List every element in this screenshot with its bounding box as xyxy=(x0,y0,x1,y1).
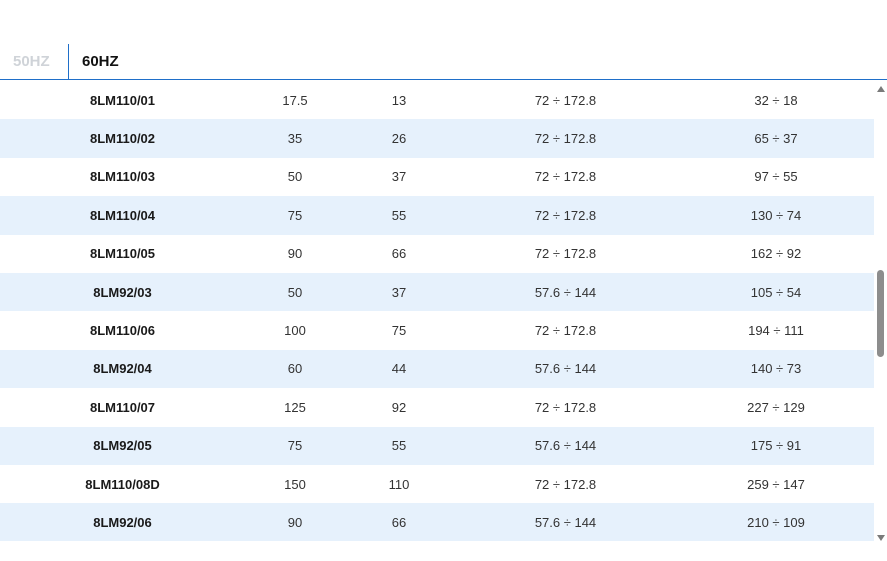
table-row: 8LM110/03 50 37 72 ÷ 172.8 97 ÷ 55 xyxy=(0,157,874,197)
pump-table: 8LM110/01 17.5 13 72 ÷ 172.8 32 ÷ 18 8LM110/0… xyxy=(0,81,874,541)
tab-divider xyxy=(68,44,69,80)
head-range-cell: 162 ÷ 92 xyxy=(750,246,802,262)
table-row: 8LM110/06 100 75 72 ÷ 172.8 194 ÷ 111 xyxy=(0,311,874,350)
flow-range-cell: 72 ÷ 172.8 xyxy=(534,246,597,262)
flow-range-cell: 72 ÷ 172.8 xyxy=(534,131,597,147)
head-range-cell: 175 ÷ 91 xyxy=(750,438,802,454)
hp-cell: 37 xyxy=(391,284,407,300)
flow-range-cell: 57.6 ÷ 144 xyxy=(534,361,597,377)
model-cell: 8LM110/08D xyxy=(85,476,160,492)
flow-range-cell: 72 ÷ 172.8 xyxy=(534,207,597,223)
hp-cell: 75 xyxy=(391,323,407,339)
frequency-tabs: 50HZ 60HZ xyxy=(0,44,887,80)
hp-cell: 44 xyxy=(391,361,407,377)
flow-range-cell: 57.6 ÷ 144 xyxy=(534,514,597,530)
head-range-cell: 130 ÷ 74 xyxy=(750,207,802,223)
hp-cell: 37 xyxy=(391,169,407,185)
model-cell: 8LM110/07 xyxy=(89,399,156,415)
flow-range-cell: 72 ÷ 172.8 xyxy=(534,323,597,339)
head-range-cell: 65 ÷ 37 xyxy=(754,131,798,147)
kw-cell: 50 xyxy=(287,284,303,300)
model-cell: 8LM110/05 xyxy=(89,246,156,262)
kw-cell: 100 xyxy=(284,323,306,339)
model-cell: 8LM110/04 xyxy=(89,207,156,223)
model-cell: 8LM110/02 xyxy=(89,131,156,147)
table-row: 8LM110/07 125 92 72 ÷ 172.8 227 ÷ 129 xyxy=(0,388,874,427)
model-cell: 8LM92/05 xyxy=(93,438,152,454)
hp-cell: 55 xyxy=(391,438,407,454)
model-cell: 8LM92/06 xyxy=(93,514,152,530)
model-cell: 8LM110/06 xyxy=(89,323,156,339)
kw-cell: 75 xyxy=(287,438,303,454)
hp-cell: 55 xyxy=(391,207,407,223)
kw-cell: 35 xyxy=(287,131,303,147)
hp-cell: 66 xyxy=(391,246,407,262)
kw-cell: 60 xyxy=(287,361,303,377)
head-range-cell: 259 ÷ 147 xyxy=(747,476,805,492)
tab-60hz[interactable]: 60HZ xyxy=(82,44,119,79)
table-row: 8LM92/04 60 44 57.6 ÷ 144 140 ÷ 73 xyxy=(0,349,874,389)
tab-50hz[interactable]: 50HZ xyxy=(13,44,50,79)
flow-range-cell: 57.6 ÷ 144 xyxy=(534,438,597,454)
hp-cell: 66 xyxy=(391,514,407,530)
hp-cell: 26 xyxy=(391,131,407,147)
hp-cell: 92 xyxy=(391,399,407,415)
scroll-up-arrow-icon[interactable] xyxy=(877,86,885,92)
head-range-cell: 194 ÷ 111 xyxy=(748,323,804,339)
kw-cell: 50 xyxy=(287,169,303,185)
head-range-cell: 97 ÷ 55 xyxy=(754,169,798,185)
kw-cell: 75 xyxy=(287,207,303,223)
table-row: 8LM92/03 50 37 57.6 ÷ 144 105 ÷ 54 xyxy=(0,272,874,312)
pump-table-container[interactable]: 8LM110/01 17.5 13 72 ÷ 172.8 32 ÷ 18 8LM110/0… xyxy=(0,81,874,541)
scroll-thumb[interactable] xyxy=(877,270,884,357)
model-cell: 8LM110/01 xyxy=(89,92,156,108)
table-row: 8LM110/02 35 26 72 ÷ 172.8 65 ÷ 37 xyxy=(0,119,874,158)
kw-cell: 17.5 xyxy=(282,92,308,108)
table-body: 8LM110/01 17.5 13 72 ÷ 172.8 32 ÷ 18 8LM110/0… xyxy=(0,81,874,541)
head-range-cell: 140 ÷ 73 xyxy=(750,361,802,377)
table-row: 8LM110/01 17.5 13 72 ÷ 172.8 32 ÷ 18 xyxy=(0,81,874,120)
head-range-cell: 105 ÷ 54 xyxy=(750,284,802,300)
flow-range-cell: 72 ÷ 172.8 xyxy=(534,476,597,492)
model-cell: 8LM92/04 xyxy=(93,361,152,377)
kw-cell: 90 xyxy=(287,246,303,262)
flow-range-cell: 72 ÷ 172.8 xyxy=(534,92,597,108)
hp-cell: 110 xyxy=(388,476,410,492)
kw-cell: 90 xyxy=(287,514,303,530)
kw-cell: 150 xyxy=(284,476,306,492)
head-range-cell: 32 ÷ 18 xyxy=(754,92,798,108)
flow-range-cell: 72 ÷ 172.8 xyxy=(534,169,597,185)
model-cell: 8LM92/03 xyxy=(93,284,152,300)
head-range-cell: 210 ÷ 109 xyxy=(747,514,805,530)
table-row: 8LM92/05 75 55 57.6 ÷ 144 175 ÷ 91 xyxy=(0,426,874,465)
table-row: 8LM110/05 90 66 72 ÷ 172.8 162 ÷ 92 xyxy=(0,234,874,273)
head-range-cell: 227 ÷ 129 xyxy=(747,399,805,415)
scroll-down-arrow-icon[interactable] xyxy=(877,535,885,541)
hp-cell: 13 xyxy=(391,92,407,108)
model-cell: 8LM110/03 xyxy=(89,169,156,185)
flow-range-cell: 57.6 ÷ 144 xyxy=(534,284,597,300)
flow-range-cell: 72 ÷ 172.8 xyxy=(534,399,597,415)
table-row: 8LM110/04 75 55 72 ÷ 172.8 130 ÷ 74 xyxy=(0,196,874,235)
vertical-scrollbar[interactable] xyxy=(874,81,887,546)
kw-cell: 125 xyxy=(284,399,306,415)
table-row: 8LM92/06 90 66 57.6 ÷ 144 210 ÷ 109 xyxy=(0,503,874,541)
table-row: 8LM110/08D 150 110 72 ÷ 172.8 259 ÷ 147 xyxy=(0,464,874,504)
